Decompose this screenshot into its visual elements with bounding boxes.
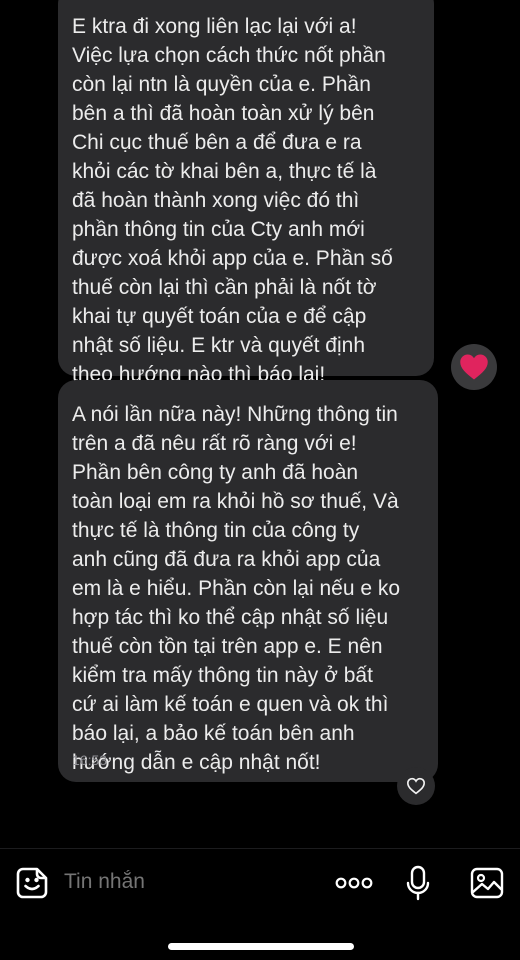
message-input[interactable] — [64, 870, 294, 894]
composer-divider — [0, 848, 520, 849]
message-bubble[interactable]: A nói lần nữa này! Những thông tin trên … — [58, 380, 438, 782]
heart-outline-icon[interactable] — [397, 767, 435, 805]
home-indicator — [168, 943, 354, 950]
more-icon[interactable] — [334, 872, 374, 894]
message-timestamp: 16:53 — [72, 752, 108, 768]
message-text: A nói lần nữa này! Những thông tin trên … — [72, 403, 401, 774]
red-heart-icon[interactable] — [451, 344, 497, 390]
message-composer — [0, 850, 520, 916]
message-bubble[interactable]: E ktra đi xong liên lạc lại với a! Việc … — [58, 0, 434, 386]
image-icon[interactable] — [469, 865, 505, 901]
heart-outline-glyph — [406, 777, 426, 795]
sticker-icon[interactable] — [14, 865, 50, 901]
message-text: E ktra đi xong liên lạc lại với a! Việc … — [72, 15, 393, 386]
microphone-icon[interactable] — [403, 864, 433, 902]
red-heart-icon-glyph — [460, 354, 488, 380]
